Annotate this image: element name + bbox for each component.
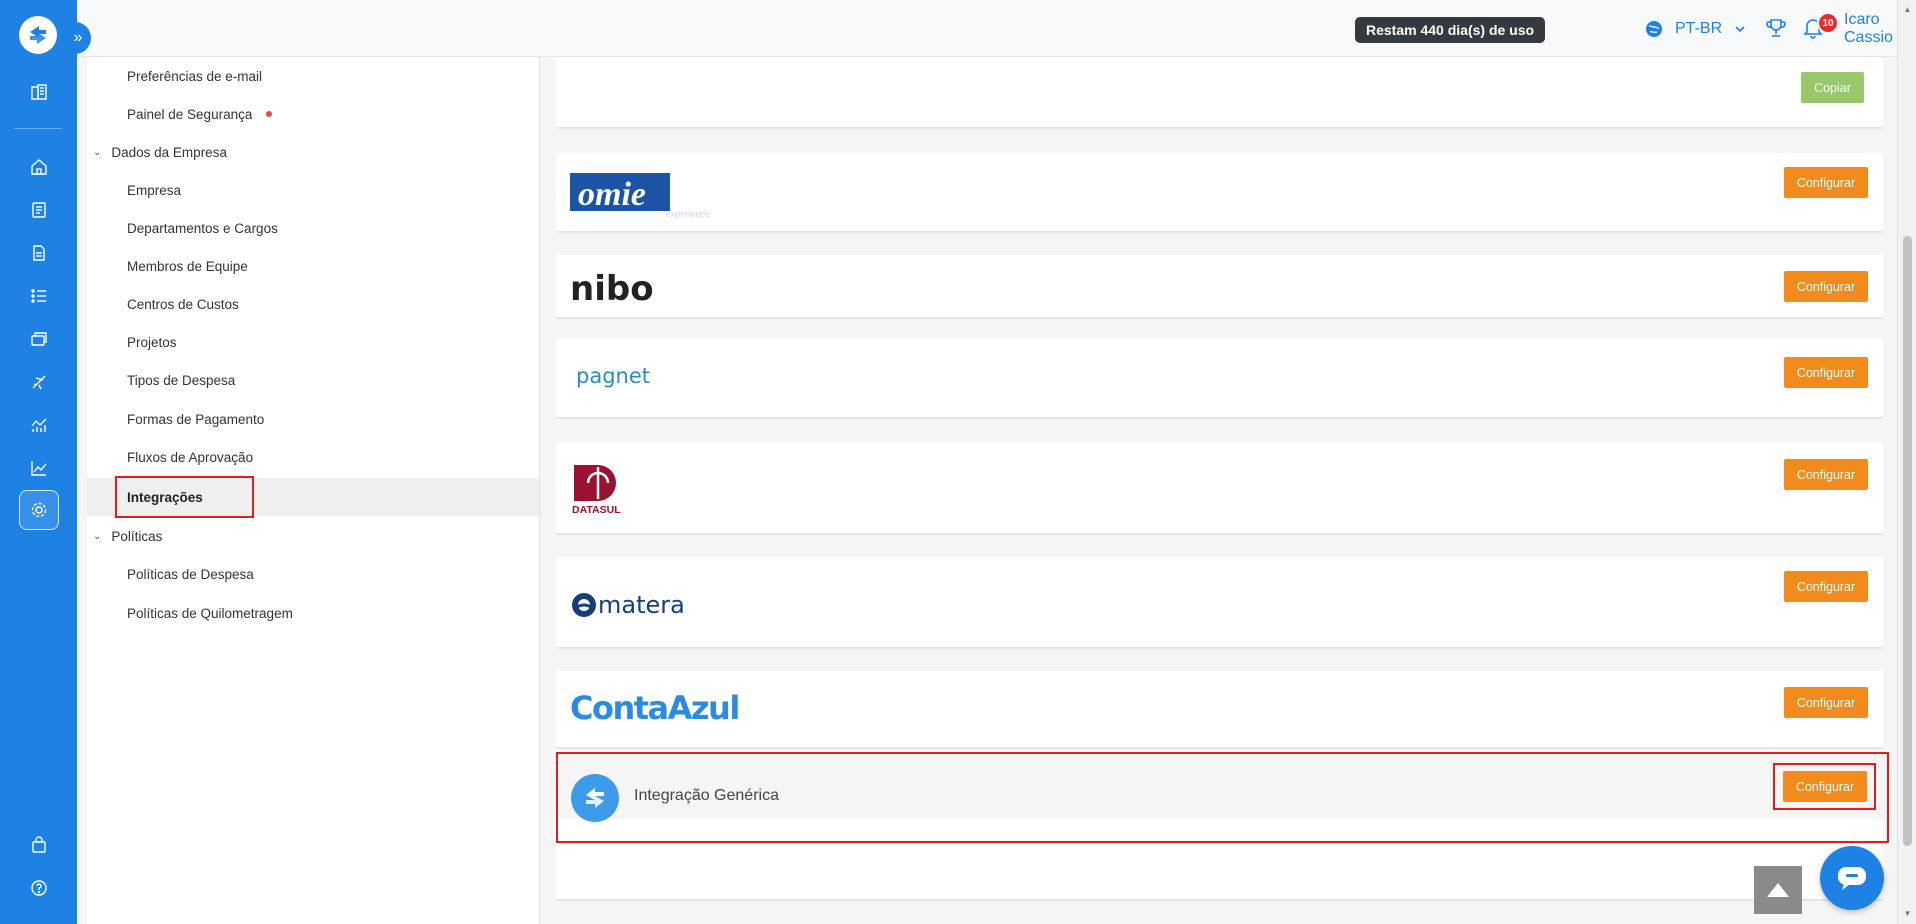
nibo-logo: nibo [570, 265, 670, 314]
nibo-logo-text: nibo [570, 269, 654, 309]
configure-button-pagnet[interactable]: Configurar [1784, 357, 1868, 388]
company-icon[interactable] [24, 77, 54, 107]
submenu-item-team-members[interactable]: Membros de Equipe [87, 247, 539, 285]
submenu-item-label: Preferências de e-mail [127, 68, 263, 84]
configure-button-generic[interactable]: Configurar [1783, 771, 1867, 802]
scrollbar-thumb[interactable] [1903, 236, 1912, 846]
checklist-icon[interactable] [24, 281, 54, 311]
omie-logo: omie experience [570, 167, 720, 224]
scroll-down-arrow-icon[interactable]: ▼ [1903, 908, 1912, 918]
analytics-icon[interactable] [24, 410, 54, 440]
trophy-icon[interactable] [1765, 17, 1787, 44]
integration-card-generic-wrapper [556, 757, 1883, 901]
submenu-item-security-panel[interactable]: Painel de Segurança [87, 95, 539, 133]
rail-divider [14, 128, 62, 129]
datasul-logo: DATASUL [572, 463, 632, 520]
chat-button[interactable] [1820, 846, 1884, 910]
page-scrollbar[interactable]: ▲ ▼ [1897, 0, 1916, 924]
submenu-item-label: Membros de Equipe [127, 258, 248, 274]
settings-submenu: Preferências de e-mail Painel de Seguran… [87, 57, 540, 924]
contaazul-logo: ContaAzul [570, 683, 750, 734]
help-icon[interactable] [24, 873, 54, 903]
top-bar: Restam 440 dia(s) de uso PT-BR 10 Icaro … [77, 0, 1916, 57]
language-label: PT-BR [1675, 20, 1723, 37]
configure-button-omie[interactable]: Configurar [1784, 167, 1868, 198]
chevron-down-icon [1735, 26, 1745, 33]
integration-card-api-key: Copiar [556, 57, 1883, 129]
generic-integration-logo-icon [571, 774, 619, 822]
user-name: Icaro Cassio [1844, 11, 1893, 46]
configure-button-contaazul[interactable]: Configurar [1784, 687, 1868, 718]
submenu-item-company[interactable]: Empresa [87, 171, 539, 209]
submenu-item-label: Políticas de Despesa [127, 566, 254, 582]
submenu-item-label: Departamentos e Cargos [127, 220, 278, 236]
submenu-item-departments[interactable]: Departamentos e Cargos [87, 209, 539, 247]
language-selector[interactable]: PT-BR [1645, 17, 1746, 41]
submenu-item-expense-policies[interactable]: Políticas de Despesa [87, 555, 539, 593]
matera-logo: matera [570, 585, 710, 630]
store-icon[interactable] [24, 830, 54, 860]
pagnet-logo: pagnet [576, 359, 686, 400]
integration-card-nibo: nibo Configurar [556, 255, 1883, 319]
chevron-down-icon: ⌄ [93, 146, 102, 158]
omie-logo-text: omie [578, 176, 646, 213]
submenu-item-integrations[interactable]: Integrações [87, 478, 539, 516]
integration-card-pagnet: pagnet Configurar [556, 339, 1883, 419]
datasul-logo-text: DATASUL [572, 504, 621, 515]
report-icon[interactable] [24, 195, 54, 225]
chevron-down-icon: ⌄ [93, 530, 102, 542]
scroll-to-top-button[interactable] [1754, 866, 1802, 914]
submenu-item-expense-types[interactable]: Tipos de Despesa [87, 361, 539, 399]
submenu-item-approval-flows[interactable]: Fluxos de Aprovação [87, 438, 539, 476]
notification-count-badge: 10 [1817, 12, 1839, 34]
submenu-item-label: Tipos de Despesa [127, 372, 236, 388]
chat-icon [1838, 867, 1866, 890]
submenu-item-label: Formas de Pagamento [127, 411, 265, 427]
home-icon[interactable] [24, 152, 54, 182]
travel-icon[interactable] [24, 367, 54, 397]
configure-button-datasul[interactable]: Configurar [1784, 459, 1868, 490]
generic-integration-label: Integração Genérica [634, 787, 779, 804]
submenu-group-company-data[interactable]: ⌄ Dados da Empresa [87, 133, 539, 171]
pagnet-logo-text: pagnet [576, 364, 650, 388]
matera-logo-text: matera [598, 591, 685, 619]
configure-button-matera[interactable]: Configurar [1784, 571, 1868, 602]
submenu-item-label: Políticas de Quilometragem [127, 605, 293, 621]
submenu-item-label: Integrações [127, 489, 203, 505]
document-icon[interactable] [24, 238, 54, 268]
settings-icon[interactable] [24, 495, 54, 525]
omie-logo-subtext: experience [666, 209, 710, 219]
submenu-item-label: Projetos [127, 334, 177, 350]
integration-card-matera: matera Configurar [556, 557, 1883, 649]
alert-dot [266, 111, 273, 117]
submenu-group-label: Políticas [111, 528, 163, 544]
submenu-item-email-preferences[interactable]: Preferências de e-mail [87, 57, 539, 95]
trial-days-badge: Restam 440 dia(s) de uso [1355, 17, 1546, 43]
integration-card-generic [556, 819, 1883, 901]
cards-icon[interactable] [24, 324, 54, 354]
submenu-group-policies[interactable]: ⌄ Políticas [87, 517, 539, 555]
copy-button[interactable]: Copiar [1801, 72, 1864, 103]
submenu-item-payment-methods[interactable]: Formas de Pagamento [87, 400, 539, 438]
chevron-up-icon [1767, 883, 1789, 897]
submenu-item-cost-centers[interactable]: Centros de Custos [87, 285, 539, 323]
scroll-up-arrow-icon[interactable]: ▲ [1903, 4, 1912, 14]
submenu-item-projects[interactable]: Projetos [87, 323, 539, 361]
submenu-item-label: Painel de Segurança [127, 106, 253, 122]
submenu-group-label: Dados da Empresa [111, 144, 227, 160]
integration-card-omie: omie experience Configurar [556, 153, 1883, 233]
chart-icon[interactable] [24, 453, 54, 483]
submenu-item-label: Fluxos de Aprovação [127, 449, 254, 465]
submenu-item-label: Empresa [127, 182, 182, 198]
integration-card-datasul: DATASUL Configurar [556, 443, 1883, 535]
icon-rail [0, 0, 77, 924]
contaazul-logo-text: ContaAzul [570, 689, 739, 727]
app-logo-icon[interactable] [19, 16, 57, 54]
submenu-item-mileage-policies[interactable]: Políticas de Quilometragem [87, 594, 539, 632]
configure-button-nibo[interactable]: Configurar [1784, 271, 1868, 302]
globe-icon [1646, 21, 1662, 37]
submenu-item-label: Centros de Custos [127, 296, 239, 312]
integration-card-contaazul: ContaAzul Configurar [556, 671, 1883, 749]
